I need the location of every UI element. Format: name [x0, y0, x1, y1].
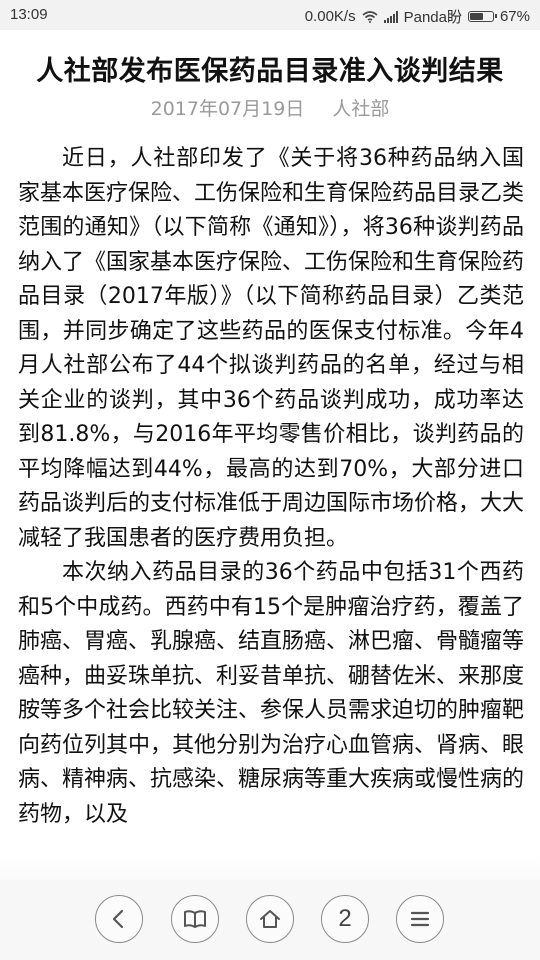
- status-right: 0.00K/s Panda盼 67%: [305, 6, 530, 27]
- tab-count: 2: [338, 905, 352, 932]
- browser-toolbar: 2: [0, 880, 540, 960]
- bookmarks-button[interactable]: [171, 895, 219, 943]
- signal-icon: [383, 10, 398, 23]
- battery-percent: 67%: [499, 8, 530, 25]
- home-icon: [260, 910, 280, 928]
- battery-fill: [469, 13, 483, 20]
- publish-date: 2017年07月19日: [150, 98, 305, 120]
- menu-icon: [410, 911, 430, 927]
- article-body: 近日，人社部印发了《关于将36种药品纳入国家基本医疗保险、工伤保险和生育保险药品…: [18, 142, 524, 884]
- paragraph: 本次纳入药品目录的36个药品中包括31个西药和5个中成药。西药中有15个是肿瘤治…: [18, 560, 524, 827]
- menu-button[interactable]: [396, 895, 444, 943]
- carrier-name: Panda盼: [403, 9, 462, 26]
- tabs-button[interactable]: 2: [321, 895, 369, 943]
- status-time: 13:09: [10, 6, 48, 23]
- home-button[interactable]: [246, 895, 294, 943]
- article-source: 人社部: [332, 98, 390, 120]
- battery-icon: [467, 11, 497, 22]
- network-speed: 0.00K/s: [304, 8, 356, 25]
- back-icon: [112, 909, 124, 929]
- article-title: 人社部发布医保药品目录准入谈判结果: [36, 56, 504, 88]
- status-bar: 13:09 0.00K/s Panda盼 67%: [0, 0, 540, 30]
- wifi-icon: [362, 10, 378, 23]
- article-meta: 2017年07月19日 人社部: [0, 94, 540, 124]
- paragraph: 近日，人社部印发了《关于将36种药品纳入国家基本医疗保险、工伤保险和生育保险药品…: [18, 146, 524, 551]
- back-button[interactable]: [95, 895, 143, 943]
- bookmarks-icon: [184, 910, 206, 928]
